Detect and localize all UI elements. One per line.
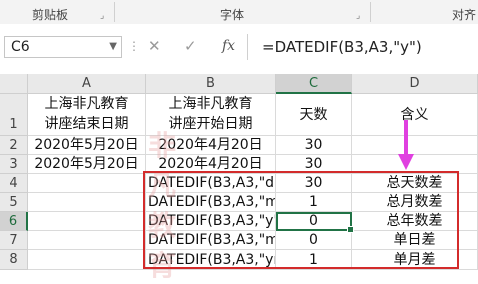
cell-a4[interactable] <box>28 174 146 193</box>
formula-input[interactable]: =DATEDIF(B3,A3,"y") <box>262 38 422 56</box>
ribbon-separator <box>114 2 115 22</box>
name-box-value: C6 <box>11 39 30 55</box>
insert-function-icon[interactable]: fx <box>222 38 235 54</box>
row-header-1[interactable]: 1 <box>0 94 28 136</box>
formula-bar: C6 ▼ ⋮ ✕ ✓ fx =DATEDIF(B3,A3,"y") <box>0 24 478 70</box>
font-launcher-icon[interactable]: ⌟ <box>356 11 360 21</box>
cell-a8[interactable] <box>28 250 146 270</box>
ribbon-group-align: 对齐 <box>452 8 477 22</box>
ribbon: 剪贴板 ⌟ 字体 ⌟ 对齐 <box>0 0 478 25</box>
cell-a5[interactable] <box>28 193 146 212</box>
row-header-7[interactable]: 7 <box>0 231 28 250</box>
row-header-8[interactable]: 8 <box>0 250 28 270</box>
ribbon-separator <box>370 2 371 22</box>
row-header-5[interactable]: 5 <box>0 193 28 212</box>
column-header-a[interactable]: A <box>28 74 146 94</box>
row-header-6[interactable]: 6 <box>0 212 28 231</box>
row-header-4[interactable]: 4 <box>0 174 28 193</box>
cell-a1[interactable]: 上海非凡教育 讲座结束日期 <box>28 94 146 136</box>
row-header-2[interactable]: 2 <box>0 136 28 155</box>
cell-a6[interactable] <box>28 212 146 231</box>
cell-a7[interactable] <box>28 231 146 250</box>
column-header-d[interactable]: D <box>352 74 478 94</box>
chevron-down-icon[interactable]: ▼ <box>109 37 117 57</box>
cell-a2[interactable]: 2020年5月20日 <box>28 136 146 155</box>
ribbon-group-font: 字体 <box>220 8 245 22</box>
name-box[interactable]: C6 ▼ <box>4 36 122 58</box>
cell-c2[interactable]: 30 <box>276 136 352 155</box>
cell-d1[interactable]: 含义 <box>352 94 478 136</box>
fill-handle[interactable] <box>347 226 354 233</box>
formula-bar-separator <box>247 34 248 60</box>
column-header-c[interactable]: C <box>276 74 352 94</box>
ribbon-group-clipboard: 剪贴板 <box>32 8 69 22</box>
clipboard-launcher-icon[interactable]: ⌟ <box>100 11 104 21</box>
cancel-icon[interactable]: ✕ <box>148 37 161 55</box>
cell-d2[interactable] <box>352 136 478 155</box>
column-header-b[interactable]: B <box>146 74 276 94</box>
arrow-down-icon <box>398 120 414 170</box>
row-header-3[interactable]: 3 <box>0 155 28 174</box>
enter-icon[interactable]: ✓ <box>184 37 197 55</box>
highlight-box <box>143 171 459 269</box>
cell-a3[interactable]: 2020年5月20日 <box>28 155 146 174</box>
cell-c1[interactable]: 天数 <box>276 94 352 136</box>
formula-bar-grip-icon[interactable]: ⋮ <box>128 39 141 53</box>
select-all-corner[interactable] <box>0 74 28 94</box>
